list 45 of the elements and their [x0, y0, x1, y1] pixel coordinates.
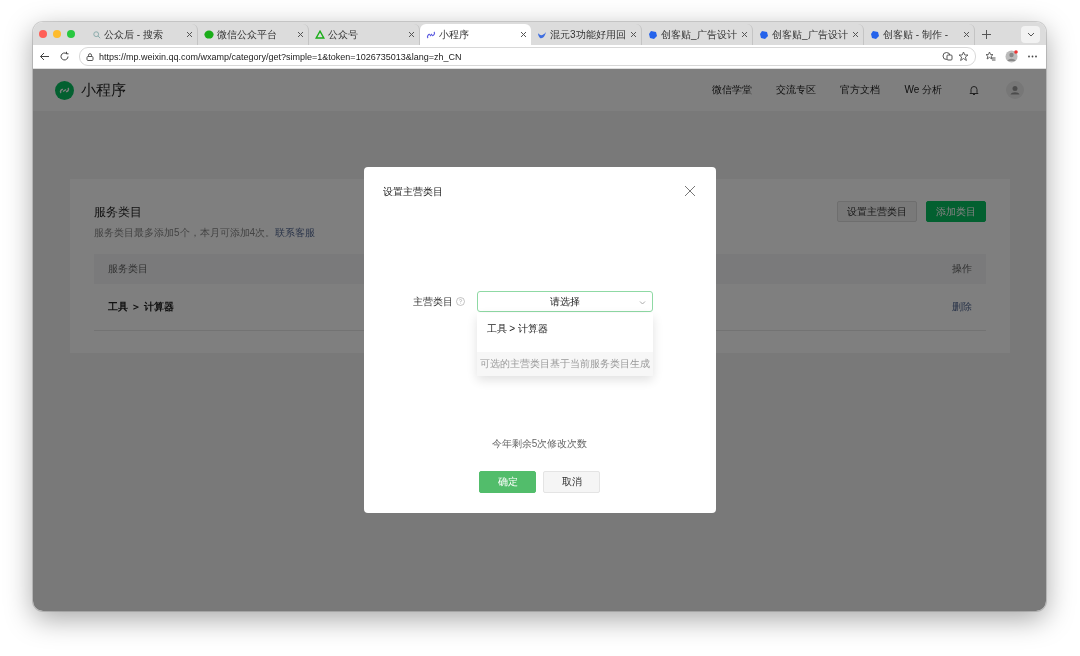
close-icon[interactable] [852, 31, 859, 38]
logo-text: 小程序 [81, 80, 126, 100]
nav-link[interactable]: 微信学堂 [712, 83, 753, 97]
column-header: 操作 [952, 262, 972, 276]
close-icon[interactable] [683, 185, 696, 197]
dropdown-option[interactable]: 工具 > 计算器 [476, 313, 653, 352]
star-icon[interactable] [958, 51, 969, 62]
close-icon[interactable] [408, 31, 415, 38]
favorites-icon[interactable] [985, 51, 996, 62]
logo-icon [55, 80, 74, 100]
field-label: 主营类目 [412, 294, 453, 309]
chat-bubble-icon [204, 29, 214, 40]
close-icon[interactable] [297, 31, 304, 38]
dropdown-hint: 可选的主营类目基于当前服务类目生成 [476, 352, 653, 376]
card-title: 服务类目 [94, 204, 143, 221]
close-icon[interactable] [630, 31, 637, 38]
nav-link[interactable]: 官方文档 [840, 83, 881, 97]
avatar-icon[interactable] [1005, 50, 1018, 63]
column-header: 服务类目 [108, 262, 148, 276]
dialog-title: 设置主营类目 [382, 185, 443, 199]
table-cell: 工具 ＞ 计算器 [108, 300, 174, 314]
dialog-button[interactable]: 取消 [543, 471, 600, 493]
lock-icon [86, 52, 94, 61]
remaining-note: 今年剩余5次修改次数 [490, 437, 589, 451]
back-arrow-icon[interactable] [39, 51, 50, 62]
search-icon [93, 30, 101, 39]
close-icon[interactable] [741, 31, 748, 38]
card-button[interactable]: 设置主营类目 [837, 201, 917, 222]
blob-icon [648, 29, 658, 40]
chevron-down-icon [1026, 32, 1035, 37]
reload-icon[interactable] [59, 51, 70, 62]
close-icon[interactable] [186, 31, 193, 38]
nav-link[interactable]: We 分析 [904, 83, 942, 97]
category-select[interactable]: 请选择 [476, 291, 653, 312]
browser-tab[interactable]: 小程序 [420, 24, 531, 45]
address-field[interactable]: https://mp.weixin.qq.com/wxamp/category/get?simple=1&token=1026735013&lang=zh_CN [79, 47, 976, 66]
translate-icon[interactable] [942, 51, 953, 62]
close-icon[interactable] [963, 31, 970, 38]
plus-icon[interactable] [981, 29, 992, 40]
bell-icon[interactable] [968, 84, 980, 96]
close-icon[interactable] [520, 31, 527, 38]
caret-icon [638, 299, 646, 306]
blob-icon [759, 29, 769, 40]
nav-link[interactable]: 交流专区 [776, 83, 817, 97]
blob-icon [870, 29, 880, 40]
